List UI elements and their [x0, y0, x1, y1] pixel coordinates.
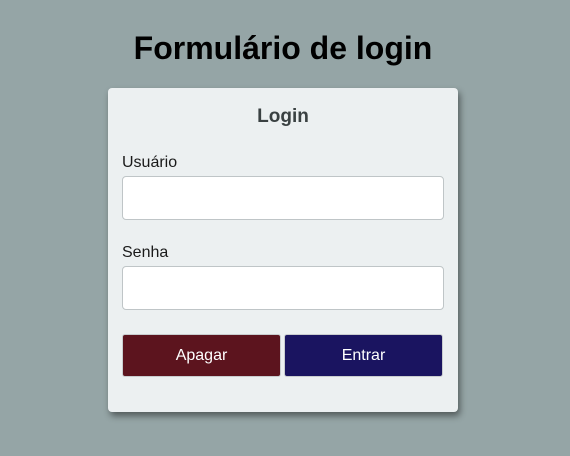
password-input[interactable]: [122, 266, 444, 310]
login-card: Login Usuário Senha Apagar Entrar: [108, 88, 458, 412]
page-title: Formulário de login: [133, 30, 433, 66]
login-heading: Login: [257, 106, 309, 127]
clear-button[interactable]: Apagar: [122, 334, 281, 377]
username-input[interactable]: [122, 176, 444, 220]
password-label: Senha: [122, 244, 169, 261]
submit-button[interactable]: Entrar: [284, 334, 443, 377]
username-label: Usuário: [122, 154, 178, 171]
